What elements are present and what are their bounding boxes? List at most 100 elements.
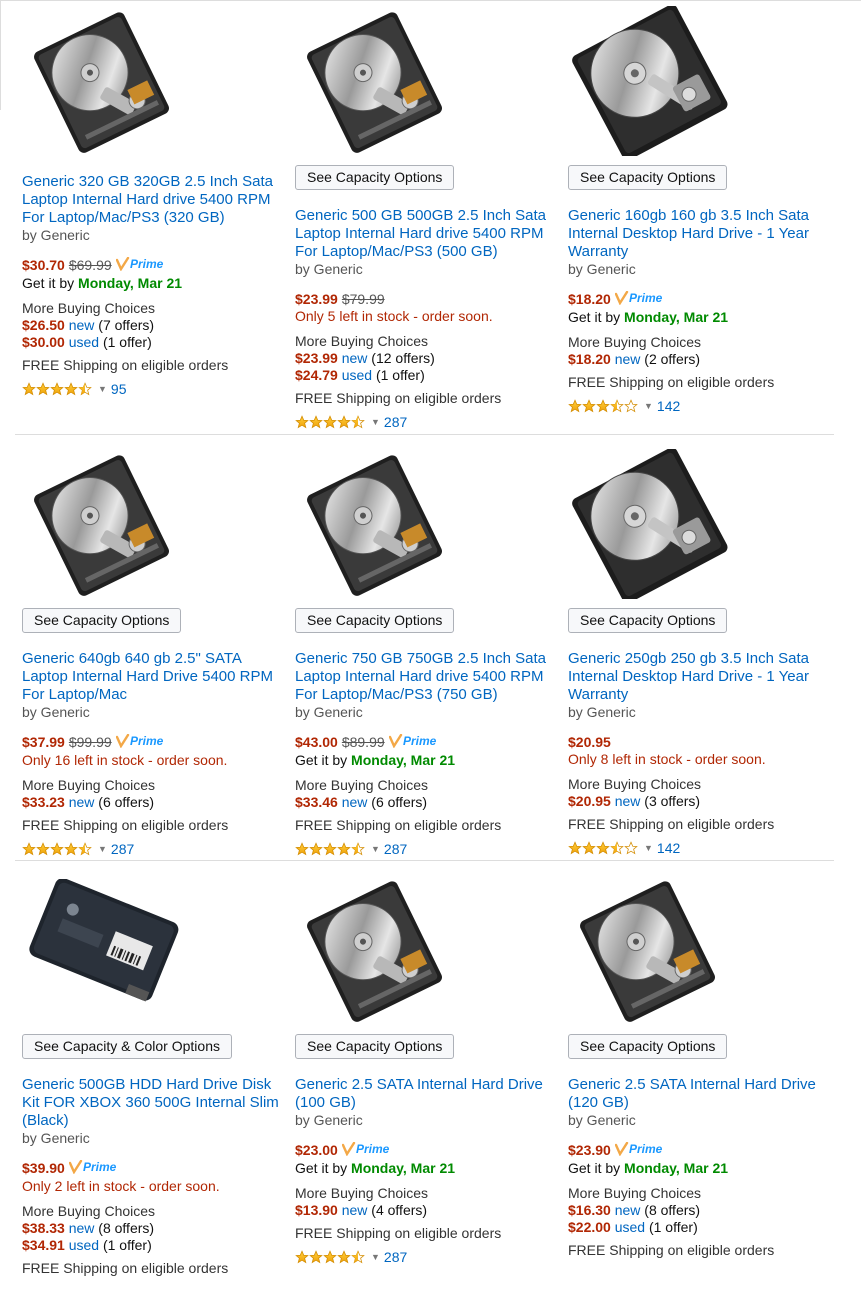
see-options-button[interactable]: See Capacity Options (22, 608, 182, 633)
stock-warning: Only 2 left in stock - order soon. (22, 1178, 220, 1194)
product-image-hard-drive[interactable] (32, 4, 172, 158)
product-details: Generic 500GB HDD Hard Drive Disk Kit FO… (22, 1076, 284, 1277)
new-offers-link[interactable]: new (342, 1202, 368, 1218)
star-empty-icon (624, 841, 638, 855)
star-rating[interactable]: ▼ 142 (568, 397, 830, 415)
new-offer-price: $33.46 (295, 794, 338, 810)
free-shipping-note: FREE Shipping on eligible orders (568, 816, 775, 832)
delivery-date: Monday, Mar 21 (624, 309, 729, 325)
new-offer-price: $26.50 (22, 317, 65, 333)
product-title-link[interactable]: Generic 2.5 SATA Internal Hard Drive (10… (295, 1076, 557, 1112)
new-offer-count: (3 offers) (644, 793, 701, 809)
chevron-down-icon[interactable]: ▼ (371, 414, 380, 431)
star-rating[interactable]: ▼ 95 (22, 380, 284, 398)
brand-byline: by Generic (295, 261, 363, 277)
new-offers-link[interactable]: new (342, 350, 368, 366)
review-count-link[interactable]: 95 (111, 381, 127, 398)
review-count-link[interactable]: 142 (657, 840, 680, 857)
used-offer-price: $22.00 (568, 1219, 611, 1235)
chevron-down-icon[interactable]: ▼ (644, 398, 653, 415)
star-half-icon (610, 841, 624, 855)
new-offers-row: $26.50 new (7 offers) (22, 317, 284, 334)
product-image-hard-drive[interactable] (305, 873, 445, 1027)
star-icon (323, 415, 337, 429)
see-options-button[interactable]: See Capacity Options (295, 608, 455, 633)
see-options-button[interactable]: See Capacity Options (568, 608, 728, 633)
see-options-button[interactable]: See Capacity Options (568, 1034, 728, 1059)
product-title-link[interactable]: Generic 2.5 SATA Internal Hard Drive (12… (568, 1076, 830, 1112)
review-count-link[interactable]: 287 (384, 841, 407, 858)
star-rating[interactable]: ▼ 287 (22, 840, 284, 858)
new-offers-link[interactable]: new (69, 794, 95, 810)
chevron-down-icon[interactable]: ▼ (98, 381, 107, 398)
product-image-hard-drive[interactable] (568, 447, 733, 603)
free-shipping-note: FREE Shipping on eligible orders (568, 374, 775, 390)
price: $43.00 (295, 734, 338, 750)
price-row: $30.70 $69.99 Prime (22, 256, 284, 275)
review-count-link[interactable]: 287 (384, 414, 407, 431)
new-offer-count: (7 offers) (98, 317, 155, 333)
review-count-link[interactable]: 287 (384, 1249, 407, 1266)
used-offers-link[interactable]: used (615, 1219, 645, 1235)
used-offers-link[interactable]: used (69, 334, 99, 350)
product-image-hard-drive[interactable] (32, 447, 172, 601)
star-icon (568, 399, 582, 413)
review-count-link[interactable]: 142 (657, 398, 680, 415)
star-rating[interactable]: ▼ 287 (295, 840, 557, 858)
product-title-link[interactable]: Generic 320 GB 320GB 2.5 Inch Sata Lapto… (22, 173, 284, 227)
product-title-link[interactable]: Generic 500GB HDD Hard Drive Disk Kit FO… (22, 1076, 284, 1130)
product-title-link[interactable]: Generic 750 GB 750GB 2.5 Inch Sata Lapto… (295, 650, 557, 704)
more-buying-choices: More Buying Choices (22, 777, 156, 793)
delivery-date: Monday, Mar 21 (624, 1160, 729, 1176)
product-image-hard-drive[interactable] (305, 4, 445, 158)
used-offer-price: $24.79 (295, 367, 338, 383)
star-icon (50, 842, 64, 856)
see-options-button[interactable]: See Capacity Options (295, 1034, 455, 1059)
used-offers-link[interactable]: used (69, 1237, 99, 1253)
more-buying-choices: More Buying Choices (295, 333, 429, 349)
new-offers-link[interactable]: new (615, 793, 641, 809)
brand-byline: by Generic (568, 261, 636, 277)
new-offers-link[interactable]: new (69, 1220, 95, 1236)
chevron-down-icon[interactable]: ▼ (98, 841, 107, 858)
star-icon (337, 842, 351, 856)
used-offers-link[interactable]: used (342, 367, 372, 383)
new-offers-link[interactable]: new (615, 351, 641, 367)
see-options-button[interactable]: See Capacity & Color Options (22, 1034, 232, 1059)
new-offers-link[interactable]: new (342, 794, 368, 810)
product-title-link[interactable]: Generic 640gb 640 gb 2.5" SATA Laptop In… (22, 650, 284, 704)
new-offers-link[interactable]: new (69, 317, 95, 333)
star-rating[interactable]: ▼ 142 (568, 839, 830, 857)
price: $37.99 (22, 734, 65, 750)
new-offer-count: (2 offers) (644, 351, 701, 367)
list-price: $79.99 (341, 291, 385, 307)
prime-check-icon: Prime (115, 256, 163, 272)
new-offers-link[interactable]: new (615, 1202, 641, 1218)
product-image-hard-drive[interactable] (568, 4, 733, 160)
brand-byline: by Generic (22, 227, 90, 243)
product-image-xbox-drive[interactable] (22, 878, 182, 1013)
product-title-link[interactable]: Generic 250gb 250 gb 3.5 Inch Sata Inter… (568, 650, 830, 704)
star-icon (36, 842, 50, 856)
hard-drive-illustration (34, 12, 169, 153)
chevron-down-icon[interactable]: ▼ (644, 840, 653, 857)
product-title-link[interactable]: Generic 160gb 160 gb 3.5 Inch Sata Inter… (568, 207, 830, 261)
star-rating[interactable]: ▼ 287 (295, 1248, 557, 1266)
product-card: Generic 320 GB 320GB 2.5 Inch Sata Lapto… (22, 0, 284, 430)
see-options-button[interactable]: See Capacity Options (295, 165, 455, 190)
product-image-hard-drive[interactable] (578, 873, 718, 1027)
delivery-label: Get it by (568, 309, 625, 325)
product-title-link[interactable]: Generic 500 GB 500GB 2.5 Inch Sata Lapto… (295, 207, 557, 261)
review-count-link[interactable]: 287 (111, 841, 134, 858)
chevron-down-icon[interactable]: ▼ (371, 841, 380, 858)
brand-byline: by Generic (295, 704, 363, 720)
prime-check-icon: Prime (388, 733, 436, 749)
free-shipping-note: FREE Shipping on eligible orders (295, 390, 502, 406)
star-rating[interactable]: ▼ 287 (295, 413, 557, 431)
row-divider (15, 434, 834, 435)
product-image-hard-drive[interactable] (305, 447, 445, 601)
new-offer-count: (6 offers) (371, 794, 428, 810)
see-options-button[interactable]: See Capacity Options (568, 165, 728, 190)
new-offers-row: $18.20 new (2 offers) (568, 351, 830, 368)
chevron-down-icon[interactable]: ▼ (371, 1249, 380, 1266)
